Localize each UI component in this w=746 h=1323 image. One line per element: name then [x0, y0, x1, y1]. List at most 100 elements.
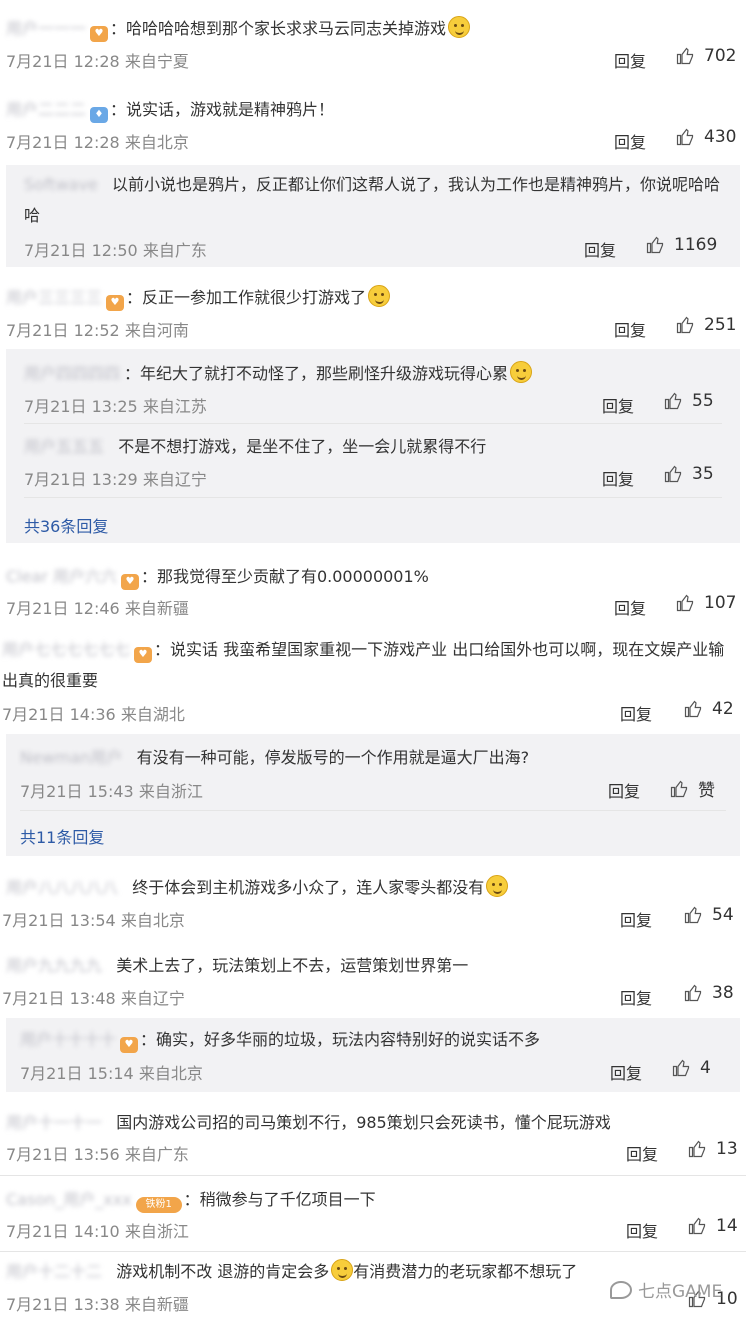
like-count: 107	[704, 593, 737, 613]
like-button[interactable]: 430	[676, 127, 736, 147]
comment-text: 以前小说也是鸦片，反正都让你们这帮人说了，我认为工作也是精神鸦片，你说呢哈哈哈	[24, 175, 720, 225]
like-count: 35	[692, 464, 714, 484]
username[interactable]: 用户一一一	[6, 13, 86, 44]
subreply-text: Newman用户 有没有一种可能，停发版号的一个作用就是逼大厂出海?	[20, 742, 529, 773]
username[interactable]: 用户四四四四	[24, 358, 120, 389]
like-count: 42	[712, 699, 734, 719]
divider	[24, 497, 722, 498]
subreply-box: 用户十十十十 ♥ ：确实，好多华丽的垃圾，玩法内容特别好的说实话不多 7月21日 1…	[6, 1018, 740, 1092]
thumbs-up-icon	[676, 47, 694, 65]
like-count: 55	[692, 391, 714, 411]
comment-text: 国内游戏公司招的司马策划不行，985策划只会死读书，懂个屁玩游戏	[116, 1113, 611, 1132]
username[interactable]: 用户十二十二	[6, 1256, 102, 1287]
reply-button[interactable]: 回复	[614, 48, 646, 72]
smile-emoji-icon	[331, 1259, 354, 1281]
comment-text: 那我觉得至少贡献了有0.00000001%	[156, 567, 429, 586]
username[interactable]: 用户二二二	[6, 94, 86, 125]
reply-button[interactable]: 回复	[602, 393, 634, 417]
reply-button[interactable]: 回复	[602, 466, 634, 490]
thumbs-up-icon	[688, 1140, 706, 1158]
like-button[interactable]: 14	[688, 1216, 738, 1236]
reply-button[interactable]: 回复	[610, 1060, 642, 1084]
comment-text: 不是不想打游戏，是坐不住了，坐一会儿就累得不行	[118, 437, 487, 456]
like-button[interactable]: 251	[676, 315, 736, 335]
reply-button[interactable]: 回复	[620, 907, 652, 931]
like-button[interactable]: 赞	[670, 776, 715, 801]
like-count: 38	[712, 983, 734, 1003]
like-button[interactable]: 38	[684, 983, 734, 1003]
like-button[interactable]: 107	[676, 593, 736, 613]
like-button[interactable]: 54	[684, 905, 734, 925]
reply-button[interactable]: 回复	[626, 1141, 658, 1165]
comment-text: 游戏机制不改 退游的肯定会多	[116, 1262, 330, 1281]
comment-2-text-line: 用户二二二 ♦ ：说实话，游戏就是精神鸦片！	[6, 94, 334, 125]
divider	[0, 1251, 746, 1252]
subreply-box: Softwave 以前小说也是鸦片，反正都让你们这帮人说了，我认为工作也是精神鸦…	[6, 165, 740, 267]
like-button[interactable]: 13	[688, 1139, 738, 1159]
comment-text: 哈哈哈哈想到那个家长求求马云同志关掉游戏	[126, 19, 447, 38]
username[interactable]: 用户十十十十	[20, 1024, 116, 1055]
thumbs-up-icon	[672, 1059, 690, 1077]
reply-button[interactable]: 回复	[614, 317, 646, 341]
comment-meta: 7月21日 15:14 来自北京	[20, 1064, 203, 1083]
username[interactable]: Newman用户	[20, 742, 122, 773]
comment-text: 说实话，游戏就是精神鸦片！	[126, 100, 335, 119]
reply-button[interactable]: 回复	[620, 701, 652, 725]
like-count: 4	[700, 1058, 711, 1078]
username[interactable]: Cason_用户_xxx	[6, 1184, 132, 1215]
comment-4-text-line: Clear 用户六六 ♥ ：那我觉得至少贡献了有0.00000001%	[6, 561, 429, 592]
comment-meta: 7月21日 12:50 来自广东	[24, 241, 207, 260]
username[interactable]: 用户八八八八八	[6, 872, 118, 903]
reply-button[interactable]: 回复	[614, 129, 646, 153]
username[interactable]: Softwave	[24, 169, 98, 200]
comment-meta: 7月21日 13:25 来自江苏	[24, 397, 207, 416]
comment-text: 确实，好多华丽的垃圾，玩法内容特别好的说实话不多	[156, 1030, 541, 1049]
fan-level-badge: 铁粉1	[135, 1196, 182, 1213]
thumbs-up-icon	[664, 465, 682, 483]
comment-text: 反正一参加工作就很少打游戏了	[142, 288, 367, 307]
thumbs-up-icon	[684, 700, 702, 718]
divider	[0, 1175, 746, 1176]
reply-button[interactable]: 回复	[626, 1218, 658, 1242]
username[interactable]: 用户七七七七七七	[2, 634, 130, 665]
divider	[20, 810, 726, 811]
like-button[interactable]: 702	[676, 46, 736, 66]
comment-7-text-line: 用户九九九九 美术上去了，玩法策划上不去，运营策划世界第一	[6, 950, 468, 981]
like-count: 1169	[674, 235, 718, 255]
thumbs-up-icon	[684, 906, 702, 924]
like-count: 430	[704, 127, 737, 147]
comment-meta: 7月21日 14:36 来自湖北	[2, 705, 185, 724]
like-button[interactable]: 55	[664, 391, 714, 411]
comment-text: 终于体会到主机游戏多小众了，连人家零头都没有	[132, 878, 485, 897]
subreply-box: 用户四四四四 ：年纪大了就打不动怪了，那些刷怪升级游戏玩得心累 7月21日 13:…	[6, 349, 740, 543]
reply-button[interactable]: 回复	[620, 985, 652, 1009]
more-replies-link[interactable]: 共36条回复	[24, 513, 108, 537]
reply-button[interactable]: 回复	[584, 237, 616, 261]
reply-button[interactable]: 回复	[608, 778, 640, 802]
thumbs-up-icon	[688, 1217, 706, 1235]
laugh-emoji-icon	[448, 16, 471, 38]
username[interactable]: Clear 用户六六	[6, 561, 117, 592]
username[interactable]: 用户十一十一	[6, 1107, 102, 1138]
like-count: 14	[716, 1216, 738, 1236]
divider	[24, 423, 722, 424]
like-button[interactable]: 42	[684, 699, 734, 719]
username[interactable]: 用户三三三三	[6, 282, 102, 313]
reply-button[interactable]: 回复	[614, 595, 646, 619]
comment-6-text-line: 用户八八八八八 终于体会到主机游戏多小众了，连人家零头都没有	[6, 872, 509, 903]
comment-meta: 7月21日 13:54 来自北京	[2, 911, 185, 930]
comment-meta: 7月21日 13:29 来自辽宁	[24, 470, 207, 489]
like-button[interactable]: 35	[664, 464, 714, 484]
like-button[interactable]: 4	[672, 1058, 711, 1078]
username[interactable]: 用户九九九九	[6, 950, 102, 981]
thumbs-up-icon	[664, 392, 682, 410]
like-count: 赞	[698, 781, 715, 801]
thumbs-up-icon	[676, 316, 694, 334]
fan-badge-icon: ♥	[120, 573, 139, 590]
watermark: 七点GAME	[610, 1277, 722, 1302]
more-replies-link[interactable]: 共11条回复	[20, 824, 104, 848]
comment-text: 有没有一种可能，停发版号的一个作用就是逼大厂出海?	[136, 748, 530, 767]
like-button[interactable]: 1169	[646, 235, 717, 255]
username[interactable]: 用户五五五	[24, 431, 104, 462]
subreply-text: 用户五五五 不是不想打游戏，是坐不住了，坐一会儿就累得不行	[24, 431, 486, 462]
